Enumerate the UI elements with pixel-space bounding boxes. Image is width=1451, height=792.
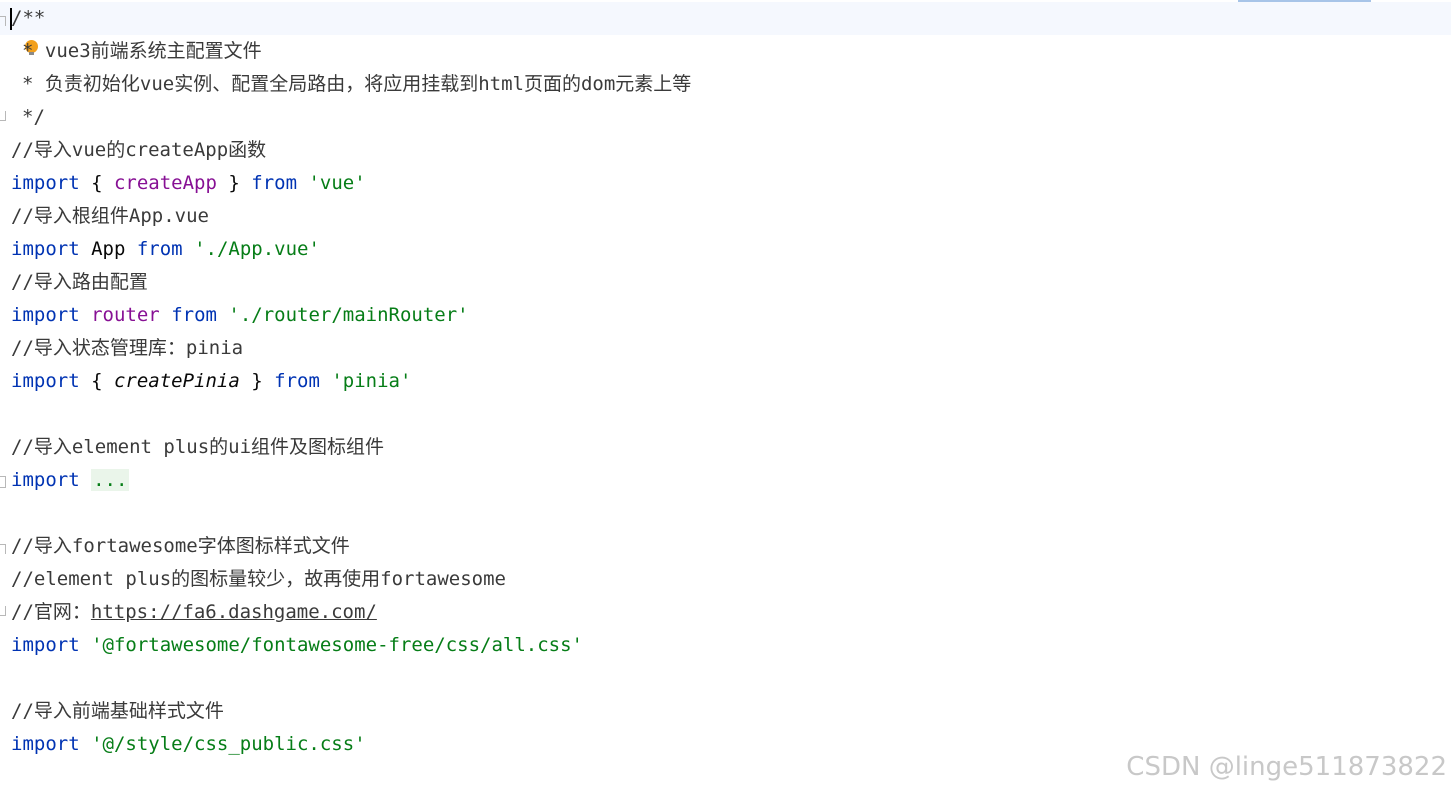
- code-line-13[interactable]: [0, 398, 1451, 431]
- code-line-10[interactable]: import router from './router/mainRouter': [0, 299, 1451, 332]
- fold-marker-icon[interactable]: [0, 606, 6, 616]
- string-literal: '@/style/css_public.css': [91, 733, 366, 755]
- keyword-import: import: [11, 469, 80, 491]
- fold-marker-icon[interactable]: [0, 544, 6, 554]
- code-line-14[interactable]: //导入element plus的ui组件及图标组件: [0, 431, 1451, 464]
- code-line-12[interactable]: import { createPinia } from 'pinia': [0, 365, 1451, 398]
- string-literal: './router/mainRouter': [228, 304, 469, 326]
- code-line-2[interactable]: * vue3前端系统主配置文件: [0, 35, 1451, 68]
- string-literal: '@fortawesome/fontawesome-free/css/all.c…: [91, 634, 583, 656]
- line-comment: //导入前端基础样式文件: [11, 700, 224, 722]
- import-statement: import '@/style/css_public.css': [11, 728, 366, 761]
- code-line-16[interactable]: [0, 497, 1451, 530]
- keyword-import: import: [11, 304, 80, 326]
- code-line-9[interactable]: //导入路由配置: [0, 266, 1451, 299]
- keyword-from: from: [136, 238, 183, 260]
- keyword-import: import: [11, 634, 80, 656]
- code-line-5[interactable]: //导入vue的createApp函数: [0, 134, 1451, 167]
- watermark: CSDN @linge511873822: [1126, 752, 1447, 782]
- doc-comment-open: /**: [11, 7, 46, 29]
- code-line-6[interactable]: import { createApp } from 'vue': [0, 167, 1451, 200]
- import-statement: import router from './router/mainRouter': [11, 299, 469, 332]
- code-line-7[interactable]: //导入根组件App.vue: [0, 200, 1451, 233]
- code-line-22[interactable]: //导入前端基础样式文件: [0, 695, 1451, 728]
- code-line-19[interactable]: //官网：https://fa6.dashgame.com/: [0, 596, 1451, 629]
- string-literal: 'pinia': [331, 370, 412, 392]
- code-line-17[interactable]: //导入fortawesome字体图标样式文件: [0, 530, 1451, 563]
- keyword-from: from: [274, 370, 320, 392]
- code-line-3[interactable]: * 负责初始化vue实例、配置全局路由，将应用挂载到html页面的dom元素上等: [0, 68, 1451, 101]
- import-statement: import App from './App.vue': [11, 233, 320, 266]
- line-comment: //导入根组件App.vue: [11, 205, 209, 227]
- import-statement: import '@fortawesome/fontawesome-free/cs…: [11, 629, 583, 662]
- folded-region[interactable]: ...: [91, 469, 130, 491]
- import-statement: import { createApp } from 'vue': [11, 172, 366, 194]
- keyword-from: from: [171, 304, 217, 326]
- code-line-15[interactable]: import ...: [0, 464, 1451, 497]
- line-comment: //官网：https://fa6.dashgame.com/: [11, 601, 377, 623]
- doc-comment-line: * 负责初始化vue实例、配置全局路由，将应用挂载到html页面的dom元素上等: [22, 73, 692, 95]
- keyword-import: import: [11, 733, 80, 755]
- string-literal: 'vue': [308, 172, 366, 194]
- line-comment: //导入fortawesome字体图标样式文件: [11, 535, 350, 557]
- identifier: router: [91, 304, 160, 326]
- code-line-18[interactable]: //element plus的图标量较少，故再使用fortawesome: [0, 563, 1451, 596]
- import-statement: import ...: [11, 464, 130, 497]
- code-line-8[interactable]: import App from './App.vue': [0, 233, 1451, 266]
- line-comment: //element plus的图标量较少，故再使用fortawesome: [11, 568, 506, 590]
- line-comment: //导入vue的createApp函数: [11, 139, 267, 161]
- doc-comment-line: * vue3前端系统主配置文件: [22, 40, 262, 62]
- doc-comment-close: */: [22, 106, 45, 128]
- identifier: App: [79, 238, 137, 260]
- fold-marker-icon[interactable]: [0, 476, 6, 488]
- identifier: createApp: [113, 172, 217, 194]
- keyword-import: import: [11, 238, 80, 260]
- code-line-21[interactable]: [0, 662, 1451, 695]
- fold-marker-icon[interactable]: [0, 16, 6, 26]
- string-literal: './App.vue': [194, 238, 320, 260]
- identifier: createPinia: [113, 370, 240, 392]
- keyword-from: from: [251, 172, 298, 194]
- fold-marker-icon[interactable]: [0, 111, 6, 121]
- line-comment: //导入路由配置: [11, 271, 148, 293]
- website-link[interactable]: https://fa6.dashgame.com/: [91, 601, 377, 623]
- import-statement: import { createPinia } from 'pinia': [11, 370, 412, 392]
- keyword-import: import: [11, 370, 80, 392]
- keyword-import: import: [11, 172, 80, 194]
- line-comment: //导入element plus的ui组件及图标组件: [11, 436, 385, 458]
- code-line-11[interactable]: //导入状态管理库：pinia: [0, 332, 1451, 365]
- code-line-20[interactable]: import '@fortawesome/fontawesome-free/cs…: [0, 629, 1451, 662]
- code-line-4[interactable]: */: [0, 101, 1451, 134]
- line-comment: //导入状态管理库：pinia: [11, 337, 244, 359]
- code-editor[interactable]: /** * vue3前端系统主配置文件 * 负责初始化vue实例、配置全局路由，…: [0, 0, 1451, 792]
- code-line-1[interactable]: /**: [0, 2, 1451, 35]
